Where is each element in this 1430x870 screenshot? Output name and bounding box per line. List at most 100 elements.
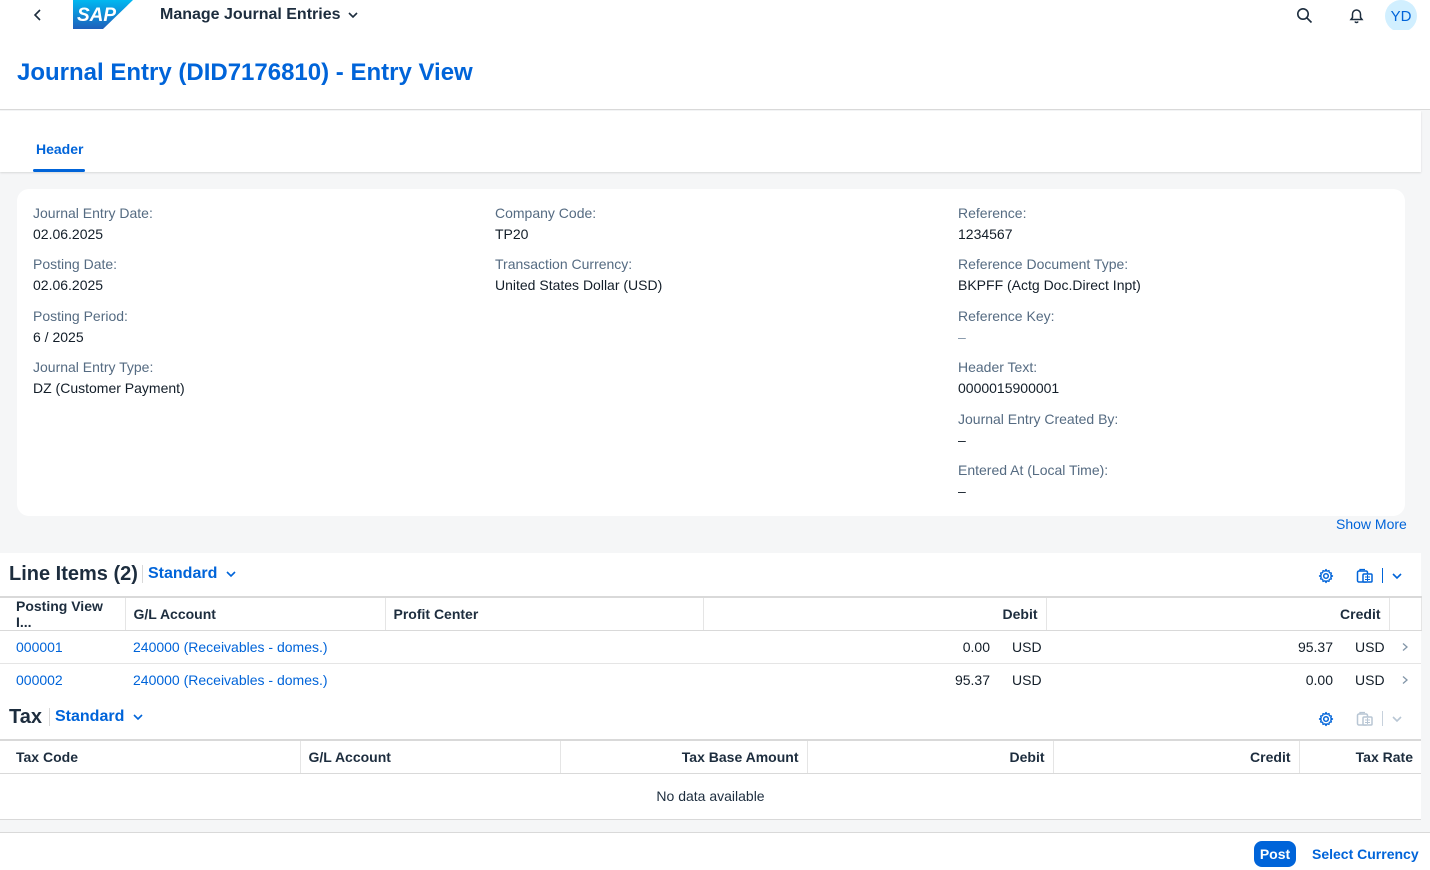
- chevron-down-icon: [1392, 573, 1402, 580]
- tax-variant-select[interactable]: Standard: [49, 708, 144, 726]
- row-navigation[interactable]: [1389, 663, 1421, 697]
- field-company-code: Company Code: TP20: [495, 204, 596, 244]
- credit-cell: 95.37 USD: [1046, 630, 1389, 664]
- post-button[interactable]: Post: [1254, 841, 1296, 867]
- field-created-by: Journal Entry Created By: –: [958, 410, 1118, 450]
- chevron-down-icon: [347, 12, 358, 19]
- debit-currency: USD: [1012, 639, 1042, 655]
- column-header-tax-base-amount[interactable]: Tax Base Amount: [560, 739, 808, 774]
- field-value: 02.06.2025: [33, 277, 104, 293]
- select-currency-button[interactable]: Select Currency: [1312, 846, 1419, 862]
- variant-label: Standard: [55, 708, 125, 725]
- gl-account-link[interactable]: 240000 (Receivables - domes.): [125, 630, 385, 664]
- toolbar-separator: [1382, 711, 1383, 726]
- column-header-gl-account[interactable]: G/L Account: [300, 739, 561, 774]
- column-header-navigation: [1389, 596, 1422, 631]
- field-value: 6 / 2025: [33, 329, 84, 345]
- chevron-down-icon: [226, 571, 236, 578]
- line-items-export-menu-button[interactable]: [1386, 565, 1408, 587]
- field-label: Reference:: [958, 205, 1027, 221]
- notifications-button[interactable]: [1344, 3, 1368, 27]
- row-navigation[interactable]: [1389, 630, 1421, 664]
- gl-account-link[interactable]: 240000 (Receivables - domes.): [125, 663, 385, 697]
- column-header-tax-rate[interactable]: Tax Rate: [1299, 739, 1421, 774]
- field-value: BKPFF (Actg Doc.Direct Inpt): [958, 277, 1141, 293]
- field-reference-document-type: Reference Document Type: BKPFF (Actg Doc…: [958, 255, 1141, 295]
- svg-text:SAP: SAP: [77, 5, 116, 26]
- spreadsheet-export-icon: [1356, 711, 1373, 726]
- field-value: –: [958, 432, 966, 448]
- field-entered-at: Entered At (Local Time): –: [958, 461, 1108, 501]
- field-label: Reference Document Type:: [958, 256, 1129, 272]
- search-button[interactable]: [1292, 3, 1316, 27]
- debit-amount: 95.37: [954, 672, 990, 688]
- back-button[interactable]: [26, 3, 50, 27]
- line-items-section: Line Items (2) Standard Posting View I..…: [0, 553, 1422, 697]
- field-value: –: [958, 329, 966, 345]
- gear-icon: [1318, 711, 1334, 727]
- spreadsheet-export-icon: [1356, 568, 1373, 583]
- show-more-link[interactable]: Show More: [1336, 516, 1407, 532]
- app-title-menu[interactable]: Manage Journal Entries: [160, 6, 359, 24]
- field-value: –: [958, 483, 966, 499]
- tax-settings-button[interactable]: [1315, 708, 1337, 730]
- field-value: TP20: [495, 226, 529, 242]
- shell-bar: SAP Manage Journal Entries YD: [0, 0, 1430, 32]
- column-header-credit[interactable]: Credit: [1046, 596, 1390, 631]
- tax-table: Tax Code G/L Account Tax Base Amount Deb…: [0, 739, 1421, 820]
- posting-view-item-link[interactable]: 000002: [0, 663, 125, 697]
- column-header-posting-view-item[interactable]: Posting View I...: [0, 596, 126, 631]
- line-items-toolbar: Line Items (2) Standard: [0, 553, 1421, 596]
- chevron-right-icon: [1402, 676, 1408, 684]
- credit-amount: 95.37: [1297, 639, 1333, 655]
- field-value: 02.06.2025: [33, 226, 104, 242]
- column-header-debit[interactable]: Debit: [807, 739, 1054, 774]
- posting-view-item-link[interactable]: 000001: [0, 630, 125, 664]
- field-label: Journal Entry Type:: [33, 359, 154, 375]
- column-header-credit[interactable]: Credit: [1053, 739, 1300, 774]
- tab-bar: Header: [0, 111, 1421, 172]
- tab-selected-indicator: [33, 169, 85, 172]
- column-header-gl-account[interactable]: G/L Account: [125, 596, 386, 631]
- field-label: Journal Entry Date:: [33, 205, 153, 221]
- header-fields-card: Journal Entry Date: 02.06.2025 Posting D…: [17, 189, 1405, 516]
- debit-amount: 0.00: [962, 639, 990, 655]
- tax-section: Tax Standard Tax Code G/L Account Tax Ba…: [0, 696, 1421, 820]
- search-icon: [1296, 7, 1312, 23]
- credit-cell: 0.00 USD: [1046, 663, 1389, 697]
- no-data-row: No data available: [0, 773, 1421, 820]
- table-row[interactable]: 000002 240000 (Receivables - domes.) 95.…: [0, 663, 1421, 697]
- field-value: DZ (Customer Payment): [33, 380, 185, 396]
- field-value: United States Dollar (USD): [495, 277, 663, 293]
- table-header-row: Posting View I... G/L Account Profit Cen…: [0, 596, 1422, 631]
- column-header-profit-center[interactable]: Profit Center: [385, 596, 704, 631]
- column-header-debit[interactable]: Debit: [703, 596, 1047, 631]
- field-reference: Reference: 1234567: [958, 204, 1026, 244]
- column-header-tax-code[interactable]: Tax Code: [0, 739, 301, 774]
- chevron-right-icon: [1402, 643, 1408, 651]
- table-row[interactable]: 000001 240000 (Receivables - domes.) 0.0…: [0, 630, 1421, 664]
- field-posting-period: Posting Period: 6 / 2025: [33, 307, 128, 347]
- chevron-down-icon: [1392, 716, 1402, 723]
- variant-label: Standard: [148, 565, 218, 582]
- field-label: Transaction Currency:: [495, 256, 633, 272]
- field-label: Company Code:: [495, 205, 597, 221]
- gear-icon: [1318, 568, 1334, 584]
- tab-header[interactable]: Header: [33, 141, 86, 157]
- field-reference-key: Reference Key: –: [958, 307, 1055, 347]
- line-items-settings-button[interactable]: [1315, 565, 1337, 587]
- tax-title: Tax: [9, 706, 42, 728]
- field-label: Journal Entry Created By:: [958, 411, 1119, 427]
- user-avatar[interactable]: YD: [1385, 0, 1417, 32]
- credit-currency: USD: [1355, 639, 1385, 655]
- field-journal-entry-type: Journal Entry Type: DZ (Customer Payment…: [33, 358, 185, 398]
- credit-currency: USD: [1355, 672, 1385, 688]
- field-label: Reference Key:: [958, 308, 1055, 324]
- table-header-row: Tax Code G/L Account Tax Base Amount Deb…: [0, 739, 1421, 774]
- line-items-variant-select[interactable]: Standard: [142, 565, 237, 583]
- line-items-export-button[interactable]: [1354, 565, 1376, 587]
- bell-icon: [1349, 8, 1363, 23]
- field-label: Posting Date:: [33, 256, 118, 272]
- footer-toolbar: Post Select Currency: [0, 832, 1430, 870]
- field-posting-date: Posting Date: 02.06.2025: [33, 255, 117, 295]
